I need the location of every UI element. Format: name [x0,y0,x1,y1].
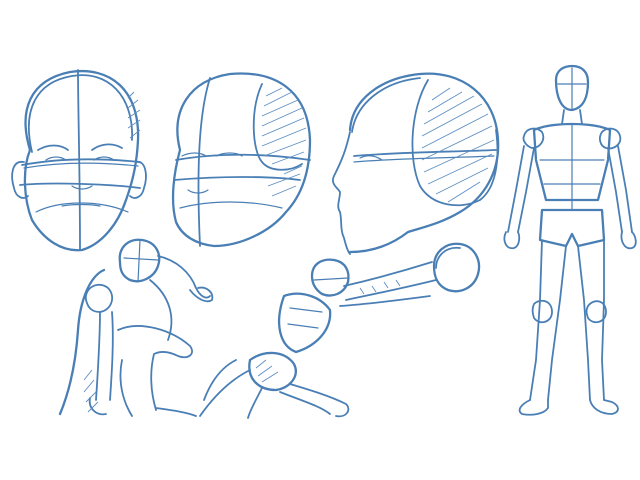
head-profile-sketch [332,72,500,255]
body-reaching-with-ball-sketch [199,242,481,419]
sketch-canvas [0,0,640,480]
head-front-sketch [11,69,147,252]
figure-sketch-sheet [11,64,637,419]
body-crouching-sketch [58,238,214,417]
body-standing-front-sketch [503,64,637,416]
head-three-quarter-sketch [171,72,312,248]
